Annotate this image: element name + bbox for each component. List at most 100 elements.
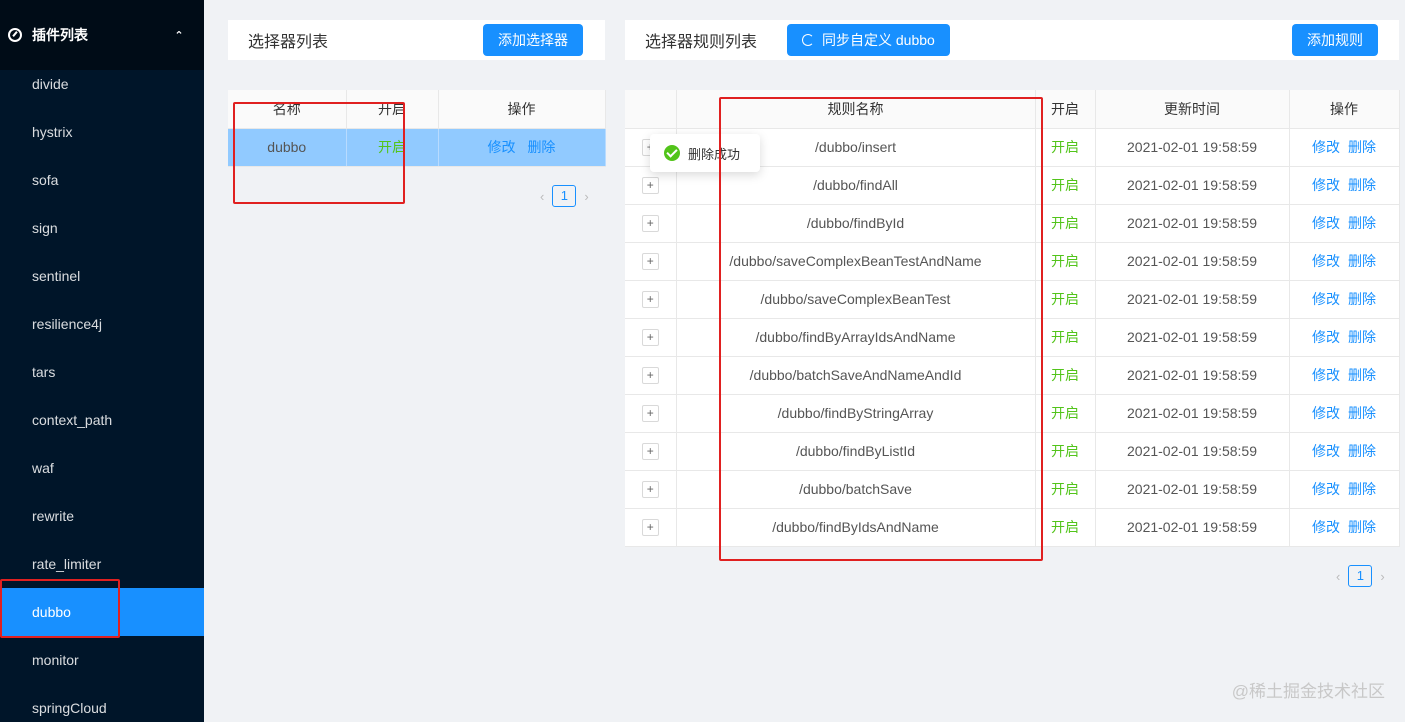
edit-link[interactable]: 修改 (1312, 139, 1340, 155)
selector-name: dubbo (228, 128, 347, 167)
sidebar-item-sentinel[interactable]: sentinel (0, 252, 204, 300)
add-rule-button[interactable]: 添加规则 (1292, 24, 1378, 56)
expand-cell: + (625, 394, 677, 433)
row-actions: 修改 删除 (1289, 166, 1400, 205)
rule-name: /dubbo/saveComplexBeanTestAndName (676, 242, 1036, 281)
sync-dubbo-button[interactable]: 同步自定义 dubbo (787, 24, 950, 56)
expand-icon[interactable]: + (641, 405, 659, 422)
sync-icon (802, 34, 814, 46)
plugin-list-title: 插件列表 (32, 27, 88, 43)
sync-button-label: 同步自定义 dubbo (822, 32, 935, 48)
sidebar-item-tars[interactable]: tars (0, 348, 204, 396)
edit-link[interactable]: 修改 (1312, 367, 1340, 383)
sidebar-item-hystrix[interactable]: hystrix (0, 108, 204, 156)
sidebar-item-sofa[interactable]: sofa (0, 156, 204, 204)
delete-link[interactable]: 删除 (1348, 253, 1376, 269)
delete-link[interactable]: 删除 (1348, 481, 1376, 497)
table-row: + /dubbo/findByListId 开启 2021-02-01 19:58:5… (625, 432, 1400, 471)
delete-link[interactable]: 删除 (1348, 405, 1376, 421)
expand-icon[interactable]: + (641, 253, 659, 270)
row-actions: 修改 删除 (1289, 508, 1400, 547)
expand-icon[interactable]: + (641, 367, 659, 384)
page-number[interactable]: 1 (1348, 565, 1373, 587)
edit-link[interactable]: 修改 (1312, 443, 1340, 459)
edit-link[interactable]: 修改 (1312, 177, 1340, 193)
edit-link[interactable]: 修改 (488, 139, 516, 155)
sidebar-item-monitor[interactable]: monitor (0, 636, 204, 684)
expand-icon[interactable]: + (641, 481, 659, 498)
sidebar-item-sign[interactable]: sign (0, 204, 204, 252)
rule-panel-header: 选择器规则列表 同步自定义 dubbo 添加规则 (625, 20, 1399, 60)
expand-cell: + (625, 204, 677, 243)
row-actions: 修改 删除 (1289, 356, 1400, 395)
edit-link[interactable]: 修改 (1312, 329, 1340, 345)
prev-page-icon[interactable]: ‹ (540, 189, 544, 204)
selector-table: 名称 开启 操作 dubbo 开启 修改 删除 (228, 90, 606, 167)
edit-link[interactable]: 修改 (1312, 405, 1340, 421)
status-badge: 开启 (1035, 128, 1096, 167)
delete-link[interactable]: 删除 (1348, 329, 1376, 345)
next-page-icon[interactable]: › (584, 189, 588, 204)
table-row: +/dubbo/batchSave 开启 2021-02-01 19:58:59 修改… (625, 470, 1400, 509)
status-badge: 开启 (1035, 356, 1096, 395)
expand-cell: + (625, 242, 677, 281)
edit-link[interactable]: 修改 (1312, 253, 1340, 269)
table-row: + /dubbo/findByArrayIdsAndName 开启 2021-02-0… (625, 318, 1400, 357)
plugin-menu: divide hystrix sofa sign sentinel resilience4… (0, 60, 204, 722)
row-actions: 修改 删除 (1289, 318, 1400, 357)
delete-link[interactable]: 删除 (1348, 367, 1376, 383)
check-circle-icon (664, 145, 680, 161)
delete-link[interactable]: 删除 (1348, 519, 1376, 535)
sidebar-item-rewrite[interactable]: rewrite (0, 492, 204, 540)
sidebar-item-springcloud[interactable]: springCloud (0, 684, 204, 722)
sidebar-item-divide[interactable]: divide (0, 60, 204, 108)
edit-link[interactable]: 修改 (1312, 291, 1340, 307)
expand-icon[interactable]: + (641, 443, 659, 460)
delete-link[interactable]: 删除 (1348, 443, 1376, 459)
next-page-icon[interactable]: › (1380, 569, 1384, 584)
expand-cell: + (625, 356, 677, 395)
expand-cell: + (625, 432, 677, 471)
status-badge: 开启 (1035, 508, 1096, 547)
updated-time: 2021-02-01 19:58:59 (1095, 394, 1290, 433)
delete-link[interactable]: 删除 (1348, 215, 1376, 231)
expand-cell: + (625, 318, 677, 357)
sidebar-item-context-path[interactable]: context_path (0, 396, 204, 444)
expand-icon[interactable]: + (641, 519, 659, 536)
add-selector-button[interactable]: 添加选择器 (483, 24, 583, 56)
updated-time: 2021-02-01 19:58:59 (1095, 166, 1290, 205)
updated-time: 2021-02-01 19:58:59 (1095, 280, 1290, 319)
table-row[interactable]: dubbo 开启 修改 删除 (228, 128, 606, 167)
delete-link[interactable]: 删除 (1348, 139, 1376, 155)
column-header-name: 名称 (228, 90, 347, 129)
chevron-up-icon[interactable]: ⌃ (168, 29, 190, 42)
column-header-updated: 更新时间 (1095, 90, 1290, 129)
page-number[interactable]: 1 (552, 185, 577, 207)
edit-link[interactable]: 修改 (1312, 519, 1340, 535)
rule-name: /dubbo/findByStringArray (676, 394, 1036, 433)
expand-icon[interactable]: + (641, 291, 659, 308)
delete-link[interactable]: 删除 (527, 139, 555, 155)
updated-time: 2021-02-01 19:58:59 (1095, 318, 1290, 357)
gauge-icon (8, 28, 22, 42)
row-actions: 修改 删除 (1289, 432, 1400, 471)
expand-icon[interactable]: + (641, 215, 659, 232)
expand-icon[interactable]: + (641, 177, 659, 194)
updated-time: 2021-02-01 19:58:59 (1095, 356, 1290, 395)
sidebar-item-resilience4j[interactable]: resilience4j (0, 300, 204, 348)
delete-link[interactable]: 删除 (1348, 177, 1376, 193)
sidebar-item-dubbo[interactable]: dubbo (0, 588, 204, 636)
sidebar-item-rate-limiter[interactable]: rate_limiter (0, 540, 204, 588)
expand-icon[interactable]: + (641, 329, 659, 346)
delete-link[interactable]: 删除 (1348, 291, 1376, 307)
updated-time: 2021-02-01 19:58:59 (1095, 508, 1290, 547)
status-badge: 开启 (1035, 166, 1096, 205)
row-actions: 修改 删除 (1289, 128, 1400, 167)
sidebar-item-waf[interactable]: waf (0, 444, 204, 492)
prev-page-icon[interactable]: ‹ (1336, 569, 1340, 584)
edit-link[interactable]: 修改 (1312, 481, 1340, 497)
updated-time: 2021-02-01 19:58:59 (1095, 204, 1290, 243)
edit-link[interactable]: 修改 (1312, 215, 1340, 231)
column-header-enabled: 开启 (1035, 90, 1096, 129)
row-actions: 修改 删除 (1289, 204, 1400, 243)
